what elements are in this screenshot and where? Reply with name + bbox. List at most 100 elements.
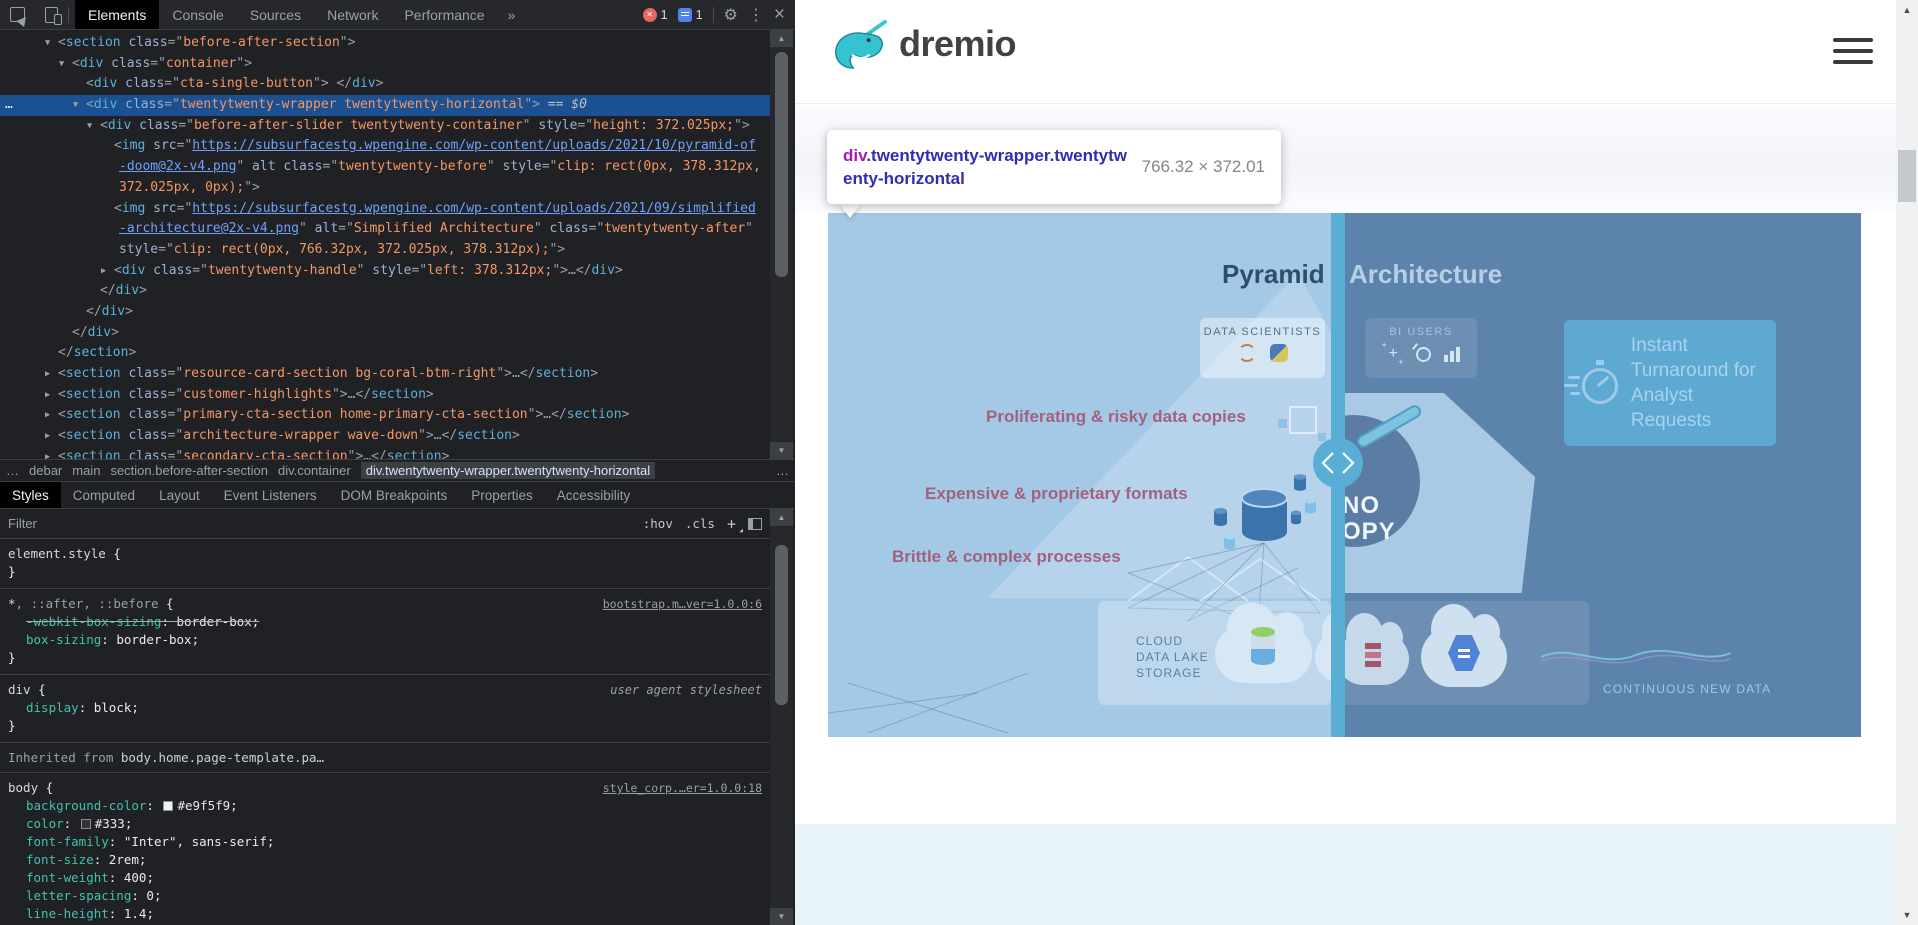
styles-scrollbar-thumb[interactable] — [775, 545, 788, 705]
elements-scrollbar[interactable]: ▲ ▼ — [770, 30, 793, 459]
breadcrumb-overflow[interactable]: … — [6, 463, 19, 478]
tab-dom-breakpoints[interactable]: DOM Breakpoints — [329, 482, 460, 508]
scroll-down-icon[interactable]: ▼ — [770, 908, 793, 925]
resource-link[interactable]: -architecture@2x-v4.png — [119, 221, 299, 236]
expand-arrow-icon[interactable]: ▶ — [45, 426, 50, 447]
tab-performance[interactable]: Performance — [391, 0, 497, 29]
expand-arrow-icon[interactable]: ▶ — [45, 447, 50, 459]
inspect-element-button[interactable] — [0, 0, 34, 29]
breadcrumb-item[interactable]: div.twentytwenty-wrapper.twentytwenty-ho… — [361, 462, 655, 479]
tree-row[interactable]: ▶<section class="architecture-wrapper wa… — [0, 426, 770, 447]
more-panels-button[interactable]: » — [498, 0, 526, 29]
tree-row[interactable]: style="clip: rect(0px, 766.32px, 372.025… — [0, 240, 770, 261]
tab-computed[interactable]: Computed — [61, 482, 147, 508]
breadcrumb-overflow[interactable]: … — [776, 463, 789, 478]
css-selector[interactable]: div { — [8, 681, 46, 699]
breadcrumb-item[interactable]: section.before-after-section — [110, 463, 268, 478]
stylesheet-source-link[interactable]: bootstrap.m…ver=1.0.0:6 — [593, 595, 762, 613]
resource-link[interactable]: https://subsurfacestg.wpengine.com/wp-co… — [192, 201, 756, 216]
scroll-up-icon[interactable]: ▲ — [770, 30, 793, 47]
scroll-up-icon[interactable]: ▲ — [1896, 0, 1918, 20]
expand-arrow-icon[interactable]: ▶ — [101, 261, 106, 282]
expand-arrow-icon[interactable]: ▶ — [45, 385, 50, 406]
css-property[interactable]: box-sizing: border-box; — [8, 631, 762, 649]
collapse-arrow-icon[interactable]: ▼ — [73, 95, 78, 116]
tab-event-listeners[interactable]: Event Listeners — [212, 482, 329, 508]
resource-link[interactable]: -doom@2x-v4.png — [119, 159, 236, 174]
hamburger-menu-icon[interactable] — [1833, 38, 1873, 64]
breadcrumb-item[interactable]: div.container — [278, 463, 351, 478]
css-property[interactable]: display: block; — [8, 699, 762, 717]
tree-row[interactable]: ▶<section class="resource-card-section b… — [0, 364, 770, 385]
tree-row[interactable]: </div> — [0, 302, 770, 323]
settings-gear-icon[interactable]: ⚙ — [724, 5, 738, 25]
elements-scrollbar-thumb[interactable] — [775, 52, 788, 277]
scroll-up-icon[interactable]: ▲ — [770, 509, 793, 526]
tree-row[interactable]: ▼<div class="container"> — [0, 54, 770, 75]
tree-row[interactable]: …▼<div class="twentytwenty-wrapper twent… — [0, 95, 770, 116]
tree-row[interactable]: </section> — [0, 343, 770, 364]
tree-row[interactable]: ▶<section class="secondary-cta-section">… — [0, 447, 770, 459]
inherited-selector[interactable]: body.home.page-template.pa… — [121, 750, 324, 765]
css-property[interactable]: background-color: #e9f5f9; — [8, 797, 762, 815]
styles-filter-input[interactable] — [8, 516, 631, 531]
collapse-arrow-icon[interactable]: ▼ — [45, 33, 50, 54]
tree-row[interactable]: <img src="https://subsurfacestg.wpengine… — [0, 136, 770, 157]
css-selector[interactable]: body { — [8, 779, 53, 797]
collapse-arrow-icon[interactable]: ▼ — [87, 116, 92, 137]
css-selector[interactable]: *, ::after, ::before { — [8, 595, 174, 613]
styles-scrollbar[interactable]: ▲ ▼ — [770, 509, 793, 925]
browser-scrollbar-thumb[interactable] — [1898, 150, 1916, 202]
tab-properties[interactable]: Properties — [459, 482, 545, 508]
breadcrumb-item[interactable]: debar — [29, 463, 62, 478]
css-property[interactable]: font-weight: 400; — [8, 869, 762, 887]
color-swatch[interactable] — [81, 819, 91, 829]
tree-row[interactable]: 372.025px, 0px);"> — [0, 178, 770, 199]
new-style-rule-button[interactable]: +◢ — [727, 515, 736, 533]
expand-arrow-icon[interactable]: ▶ — [45, 364, 50, 385]
css-property[interactable]: color: #333; — [8, 815, 762, 833]
expand-arrow-icon[interactable]: ▶ — [45, 405, 50, 426]
tree-row[interactable]: ▶<div class="twentytwenty-handle" style=… — [0, 261, 770, 282]
color-swatch[interactable] — [163, 801, 173, 811]
tree-row[interactable]: ▼<section class="before-after-section"> — [0, 33, 770, 54]
css-property[interactable]: letter-spacing: 0; — [8, 887, 762, 905]
css-property[interactable]: line-height: 1.4; — [8, 905, 762, 923]
css-property[interactable]: font-size: 2rem; — [8, 851, 762, 869]
tree-row[interactable]: -doom@2x-v4.png" alt class="twentytwenty… — [0, 157, 770, 178]
tab-styles[interactable]: Styles — [0, 482, 61, 508]
resource-link[interactable]: https://subsurfacestg.wpengine.com/wp-co… — [192, 138, 756, 153]
breadcrumb-item[interactable]: main — [72, 463, 100, 478]
tab-elements[interactable]: Elements — [75, 0, 159, 29]
tab-network[interactable]: Network — [314, 0, 391, 29]
device-toolbar-button[interactable] — [34, 0, 68, 29]
collapse-arrow-icon[interactable]: ▼ — [59, 54, 64, 75]
tree-row[interactable]: <div class="cta-single-button"> </div> — [0, 74, 770, 95]
tree-row[interactable]: <img src="https://subsurfacestg.wpengine… — [0, 199, 770, 220]
toggle-hover-state-button[interactable]: :hov — [643, 516, 673, 531]
browser-scrollbar[interactable]: ▲ ▼ — [1896, 0, 1918, 925]
tab-accessibility[interactable]: Accessibility — [545, 482, 643, 508]
dremio-logo[interactable]: dremio — [831, 18, 1016, 70]
devtools-menu-icon[interactable]: ⋮ — [748, 5, 764, 25]
scroll-down-icon[interactable]: ▼ — [770, 442, 793, 459]
issues-badge[interactable]: 1 — [678, 8, 703, 22]
slider-handle[interactable] — [1313, 438, 1363, 488]
toggle-sidebar-icon[interactable] — [748, 518, 762, 530]
error-badge[interactable]: ✕ 1 — [643, 8, 668, 22]
toggle-classes-button[interactable]: .cls — [685, 516, 715, 531]
scroll-down-icon[interactable]: ▼ — [1896, 905, 1918, 925]
tree-row[interactable]: </div> — [0, 323, 770, 344]
tree-row[interactable]: ▼<div class="before-after-slider twentyt… — [0, 116, 770, 137]
tree-row[interactable]: </div> — [0, 281, 770, 302]
css-property[interactable]: -webkit-box-sizing: border-box; — [8, 613, 762, 631]
tree-row[interactable]: -architecture@2x-v4.png" alt="Simplified… — [0, 219, 770, 240]
close-devtools-icon[interactable]: × — [774, 4, 785, 26]
tab-sources[interactable]: Sources — [237, 0, 314, 29]
stylesheet-source-link[interactable]: style_corp.…er=1.0.0:18 — [593, 779, 762, 797]
tree-row[interactable]: ▶<section class="customer-highlights">…<… — [0, 385, 770, 406]
tab-layout[interactable]: Layout — [147, 482, 212, 508]
css-property[interactable]: font-family: "Inter", sans-serif; — [8, 833, 762, 851]
tab-console[interactable]: Console — [159, 0, 236, 29]
css-selector[interactable]: element.style { — [8, 545, 121, 563]
